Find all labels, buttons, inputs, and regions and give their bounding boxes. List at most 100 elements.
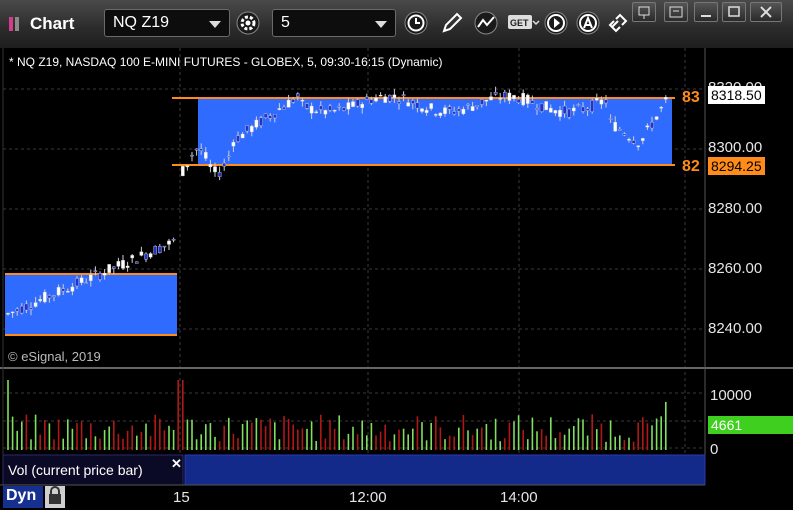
candle-body [438, 112, 443, 116]
candle-body [254, 119, 259, 128]
candle-body [213, 166, 217, 173]
volume-value-tag: 4661 [708, 416, 793, 434]
candle-body [111, 266, 116, 269]
candle-body [608, 118, 613, 120]
candle-body [286, 99, 291, 108]
candle-body [107, 264, 111, 273]
candle-body [148, 253, 153, 258]
volume-study-label: Vol (current price bar) [8, 462, 143, 478]
candle-body [116, 261, 121, 267]
candle-body [641, 138, 645, 141]
time-axis [0, 485, 793, 510]
candle-body [217, 172, 222, 177]
candle-body [544, 101, 548, 111]
alert-a-icon [576, 11, 600, 35]
candle-body [98, 273, 102, 280]
candle-body [526, 94, 530, 104]
candle-body [401, 94, 406, 97]
candle-body [411, 100, 415, 104]
close-button[interactable] [750, 2, 782, 22]
candle-body [65, 291, 70, 293]
candle-body [659, 107, 663, 109]
candle-body [498, 98, 503, 100]
candle-body [576, 104, 581, 106]
candle-body [424, 110, 429, 113]
candle-body [388, 94, 392, 102]
time-tick-1200: 12:00 [349, 489, 387, 506]
candle-body [622, 133, 627, 136]
candle-body [604, 99, 608, 104]
link-button[interactable] [604, 9, 632, 37]
link-chain-icon [608, 13, 628, 33]
candle-body [319, 105, 323, 110]
candle-body [273, 114, 277, 119]
pin-button[interactable] [632, 2, 656, 22]
time-tick-15: 15 [173, 489, 190, 506]
pin-icon [638, 6, 650, 19]
copyright-text: © eSignal, 2019 [8, 349, 101, 364]
candle-body [443, 107, 447, 114]
chart-header: * NQ Z19, NASDAQ 100 E-MINI FUTURES - GL… [9, 55, 443, 69]
candle-body [314, 111, 319, 113]
candle-body [236, 135, 240, 142]
chevron-down-icon [209, 21, 221, 28]
volume-tick-0: 0 [710, 441, 719, 458]
candle-body [581, 106, 585, 112]
price-chart[interactable] [0, 48, 793, 510]
gear-icon [236, 11, 260, 35]
candle-body [144, 253, 148, 260]
minimize-button[interactable] [694, 2, 718, 22]
candle-body [539, 103, 544, 112]
candle-body [75, 278, 79, 287]
candle-body [618, 129, 622, 131]
draw-tool-button[interactable] [438, 9, 466, 37]
candle-body [599, 99, 604, 105]
candle-body [296, 93, 300, 97]
candle-body [162, 245, 167, 248]
play-button[interactable] [542, 9, 570, 37]
candle-body [245, 125, 250, 132]
title-bar: Chart NQ Z19 5 GET [0, 0, 793, 49]
dyn-mode-label: Dyn [6, 487, 37, 504]
candle-body [282, 106, 286, 110]
candle-body [79, 277, 84, 283]
candle-body [180, 165, 185, 177]
candle-body [29, 307, 33, 310]
candle-body [185, 165, 190, 168]
candle-body [535, 108, 539, 110]
get-data-button[interactable]: GET [506, 9, 540, 37]
candle-body [263, 113, 268, 118]
time-template-button[interactable] [402, 9, 430, 37]
candle-body [309, 105, 314, 114]
candle-body [268, 115, 273, 119]
time-tick-1400: 14:00 [500, 489, 538, 506]
candle-body [590, 100, 594, 113]
close-volume-study-icon[interactable]: ✕ [171, 456, 182, 472]
candle-body [134, 261, 139, 264]
candle-body [20, 305, 24, 314]
candle-body [365, 96, 369, 100]
maximize-button[interactable] [722, 2, 746, 22]
candle-body [613, 121, 617, 132]
candle-body [549, 107, 553, 113]
clock-icon [404, 11, 428, 35]
candle-body [139, 251, 144, 256]
alert-button[interactable] [574, 9, 602, 37]
restore-link-button[interactable] [664, 2, 688, 22]
close-icon [760, 6, 772, 18]
level-82-price-tag: 8294.25 [708, 157, 765, 175]
settings-gear-button[interactable] [234, 9, 262, 37]
get-icon: GET [508, 15, 540, 29]
studies-button[interactable] [472, 9, 500, 37]
candle-body [627, 139, 631, 141]
candle-body [636, 145, 640, 148]
candle-body [470, 106, 475, 111]
candle-body [222, 162, 227, 167]
candle-body [397, 101, 401, 104]
candle-body [305, 103, 309, 109]
candle-body [521, 93, 525, 106]
symbol-selector[interactable]: NQ Z19 [104, 9, 230, 37]
interval-selector[interactable]: 5 [272, 9, 396, 37]
candle-body [38, 299, 42, 302]
candle-body [33, 302, 38, 307]
